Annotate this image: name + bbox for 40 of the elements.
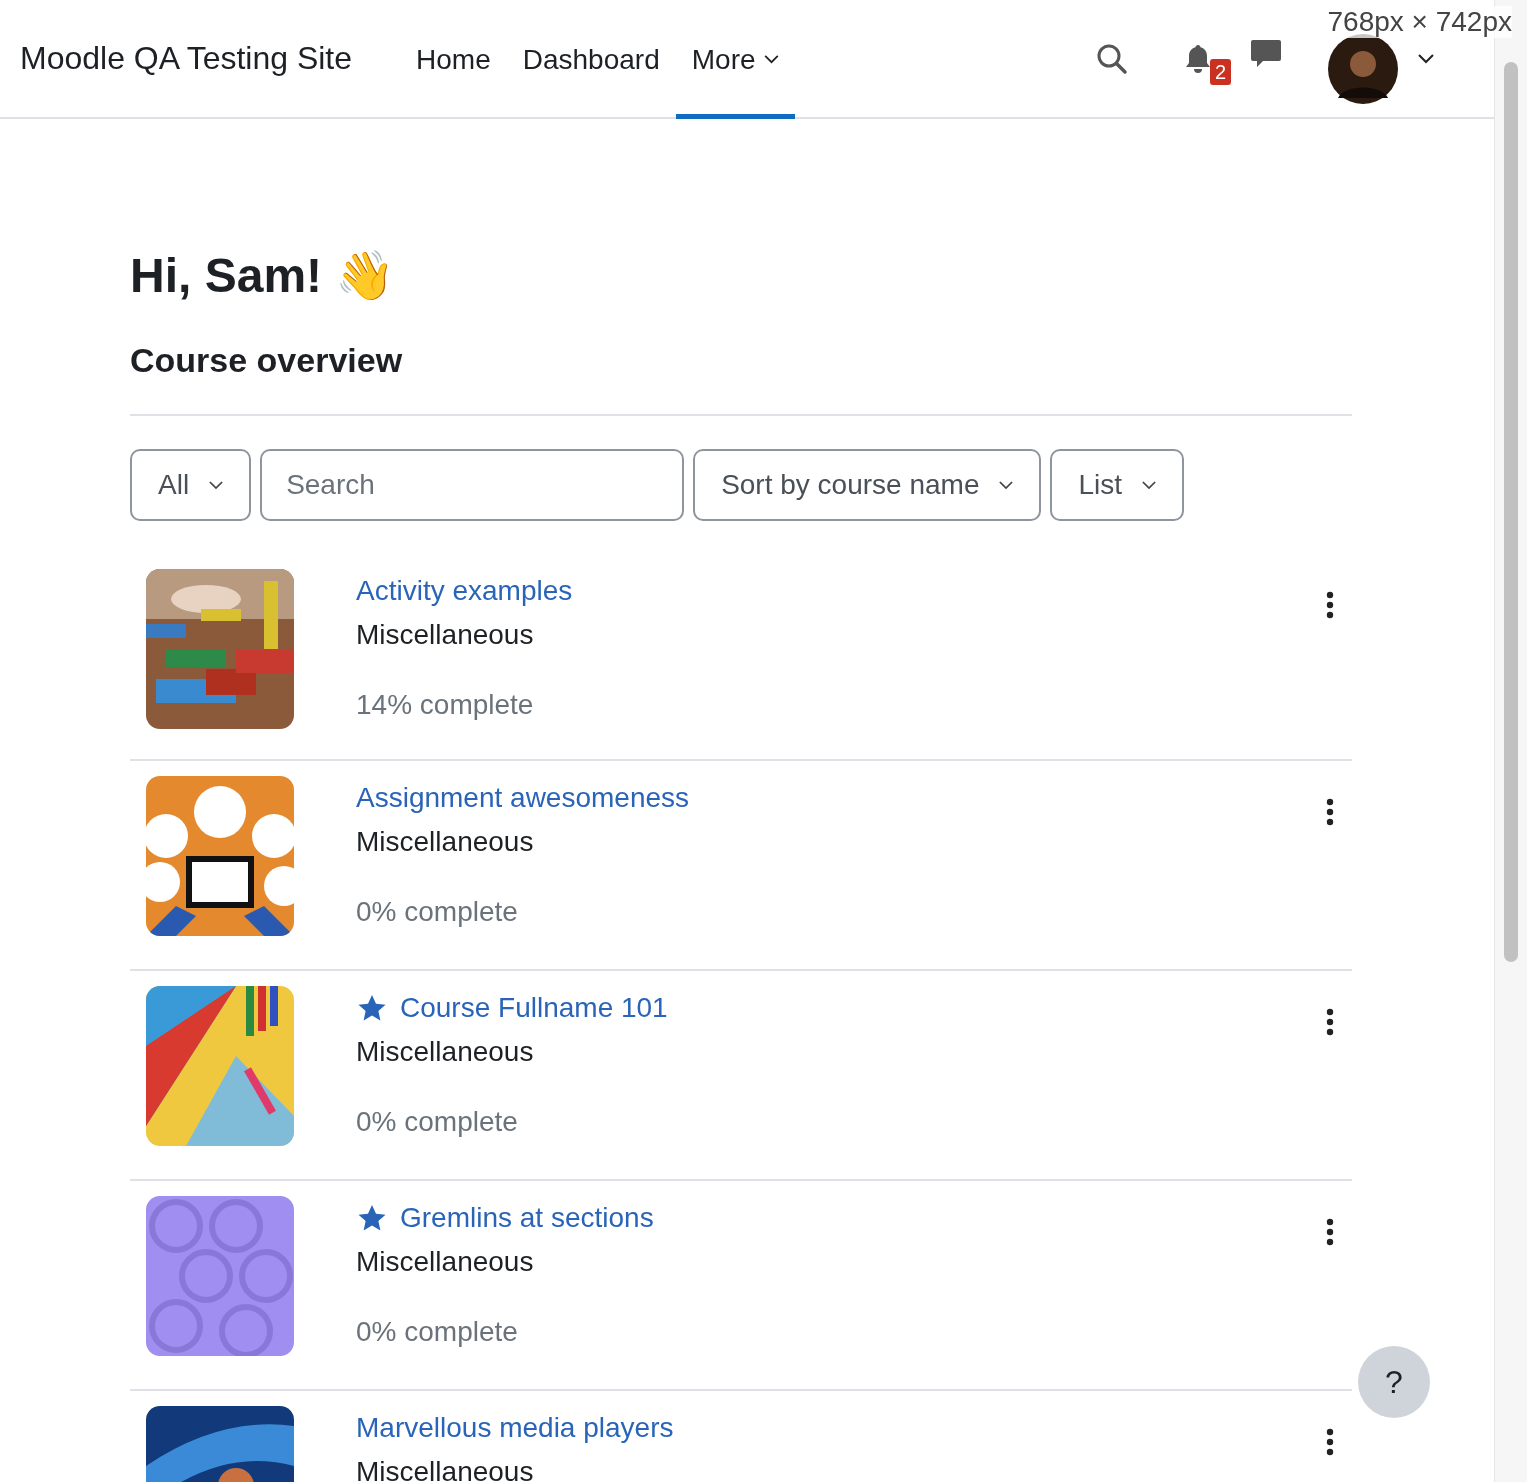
viewport-size-label: 768px × 742px bbox=[1327, 6, 1512, 38]
course-link[interactable]: Assignment awesomeness bbox=[356, 776, 690, 820]
course-category: Miscellaneous bbox=[356, 1035, 535, 1069]
bell-icon[interactable] bbox=[1184, 42, 1212, 75]
grouping-dropdown[interactable]: All bbox=[130, 449, 252, 521]
kebab-menu-icon[interactable] bbox=[1326, 591, 1334, 619]
sort-dropdown[interactable]: Sort by course name bbox=[693, 449, 1042, 521]
course-category: Miscellaneous bbox=[356, 618, 535, 652]
progress-text: 14% complete bbox=[356, 688, 535, 722]
nav-link[interactable]: Home bbox=[400, 0, 507, 119]
scrollbar-thumb[interactable] bbox=[1504, 62, 1518, 962]
caret-icon bbox=[209, 480, 224, 490]
caret-icon bbox=[1142, 480, 1157, 490]
course-link[interactable]: Marvellous media players bbox=[356, 1406, 674, 1450]
site-name[interactable]: Moodle QA Testing Site bbox=[20, 40, 353, 77]
greeting-heading: Hi, Sam! 👋 bbox=[130, 248, 397, 304]
nav-link[interactable]: Dashboard bbox=[506, 0, 676, 119]
course-category: Miscellaneous bbox=[356, 1245, 535, 1279]
course-link[interactable]: Course Fullname 101 bbox=[400, 986, 668, 1030]
progress-text: 0% complete bbox=[356, 1315, 519, 1349]
caret-icon bbox=[999, 480, 1014, 490]
search-icon[interactable] bbox=[1096, 42, 1128, 75]
caret-icon[interactable] bbox=[1418, 53, 1434, 64]
view-dropdown[interactable]: List bbox=[1050, 449, 1185, 521]
kebab-menu-icon[interactable] bbox=[1326, 1428, 1334, 1456]
kebab-menu-icon[interactable] bbox=[1326, 798, 1334, 826]
progress-text: 0% complete bbox=[356, 895, 519, 929]
kebab-menu-icon[interactable] bbox=[1326, 1218, 1334, 1246]
course-link[interactable]: Gremlins at sections bbox=[400, 1196, 654, 1240]
progress-text: 0% complete bbox=[356, 1105, 519, 1139]
course-category: Miscellaneous bbox=[356, 825, 535, 859]
help-button[interactable]: ? bbox=[1358, 1346, 1430, 1418]
course-category: Miscellaneous bbox=[356, 1455, 535, 1482]
course-link[interactable]: Activity examples bbox=[356, 569, 573, 613]
notification-count-badge: 2 bbox=[1210, 58, 1232, 85]
section-heading: Course overview bbox=[130, 341, 1352, 416]
nav-link[interactable]: More bbox=[675, 0, 795, 119]
kebab-menu-icon[interactable] bbox=[1326, 1008, 1334, 1036]
search-field[interactable]: Search bbox=[260, 449, 685, 521]
chat-icon[interactable] bbox=[1250, 38, 1282, 69]
